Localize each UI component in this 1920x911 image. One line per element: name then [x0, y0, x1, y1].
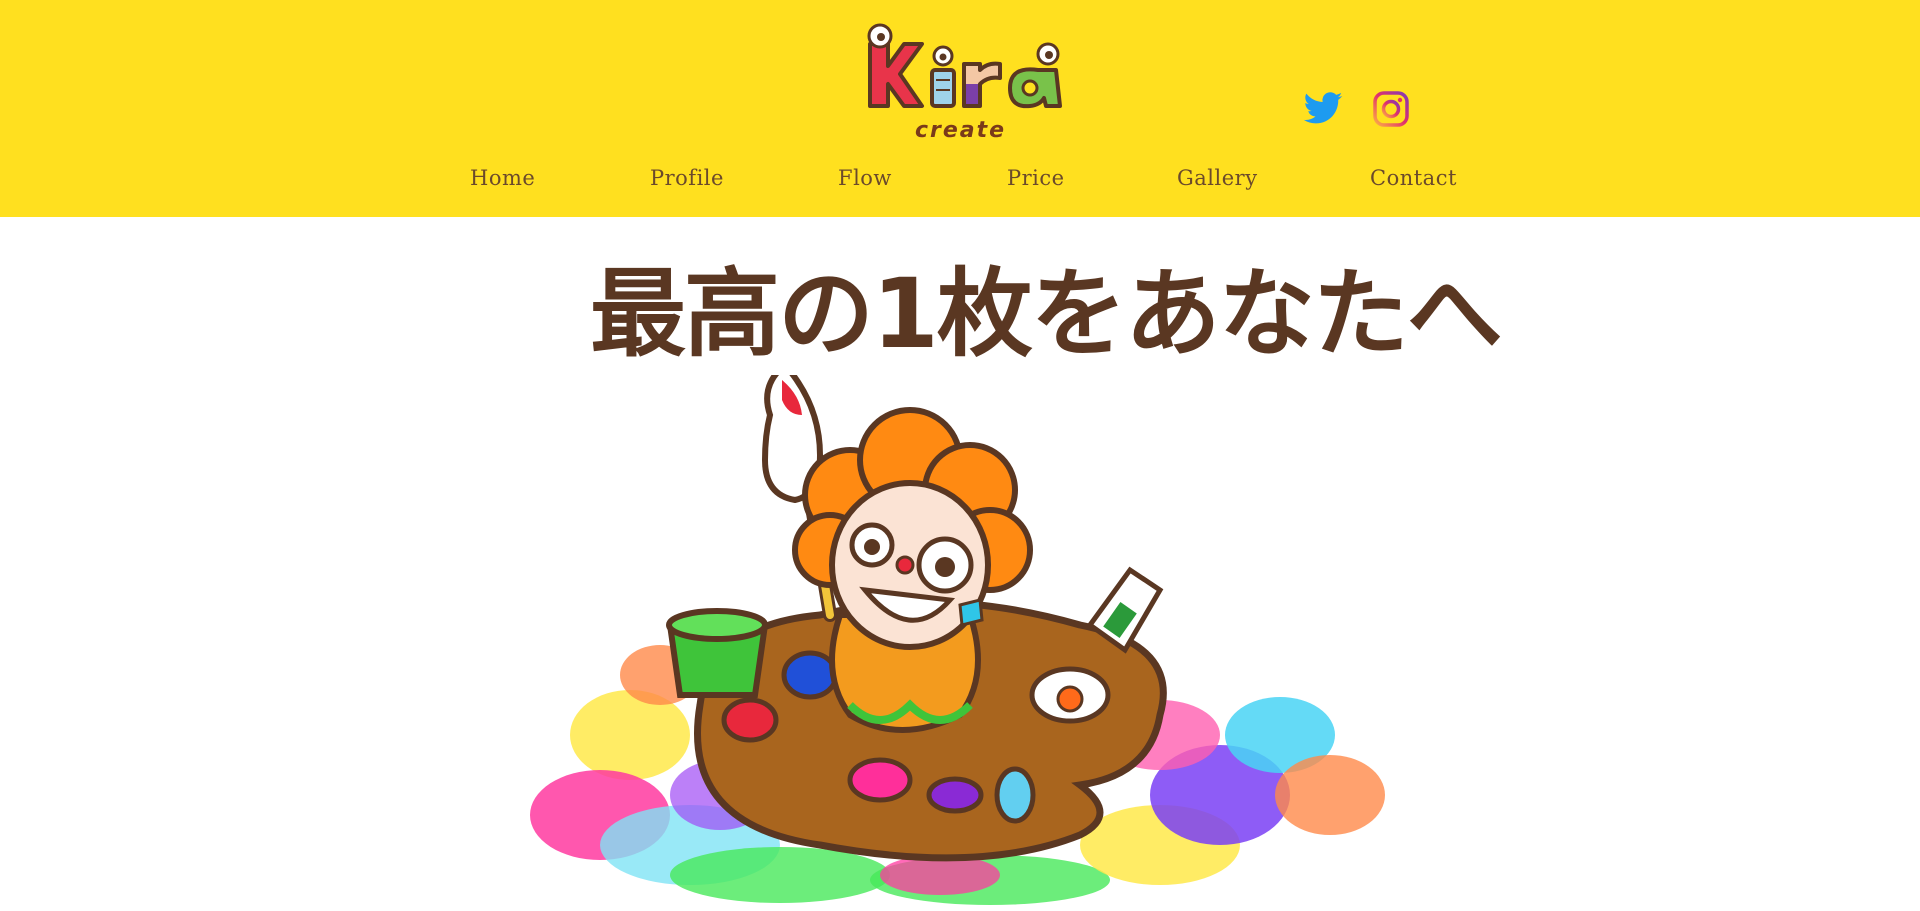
nav-profile[interactable]: Profile	[650, 166, 724, 190]
nav-price[interactable]: Price	[1007, 166, 1065, 190]
logo-lettering	[867, 23, 1062, 109]
nav-gallery[interactable]: Gallery	[1177, 166, 1258, 190]
instagram-link[interactable]	[1370, 88, 1412, 130]
logo-subtext: create	[915, 118, 1007, 143]
nav-contact[interactable]: Contact	[1370, 166, 1457, 190]
site-logo[interactable]: create	[860, 14, 1070, 144]
twitter-bird-icon	[1303, 92, 1343, 124]
hero-title: 最高の1枚をあなたへ	[590, 258, 1503, 370]
twitter-link[interactable]	[1302, 88, 1344, 130]
nav-flow[interactable]: Flow	[838, 166, 892, 190]
instagram-icon	[1373, 91, 1409, 127]
main-nav: Home Profile Flow Price Gallery Contact	[0, 166, 1920, 206]
painter-character-illustration	[530, 375, 1385, 905]
site-header: create Home Profile Flow Price Gallery C…	[0, 0, 1920, 217]
nav-home[interactable]: Home	[470, 166, 535, 190]
